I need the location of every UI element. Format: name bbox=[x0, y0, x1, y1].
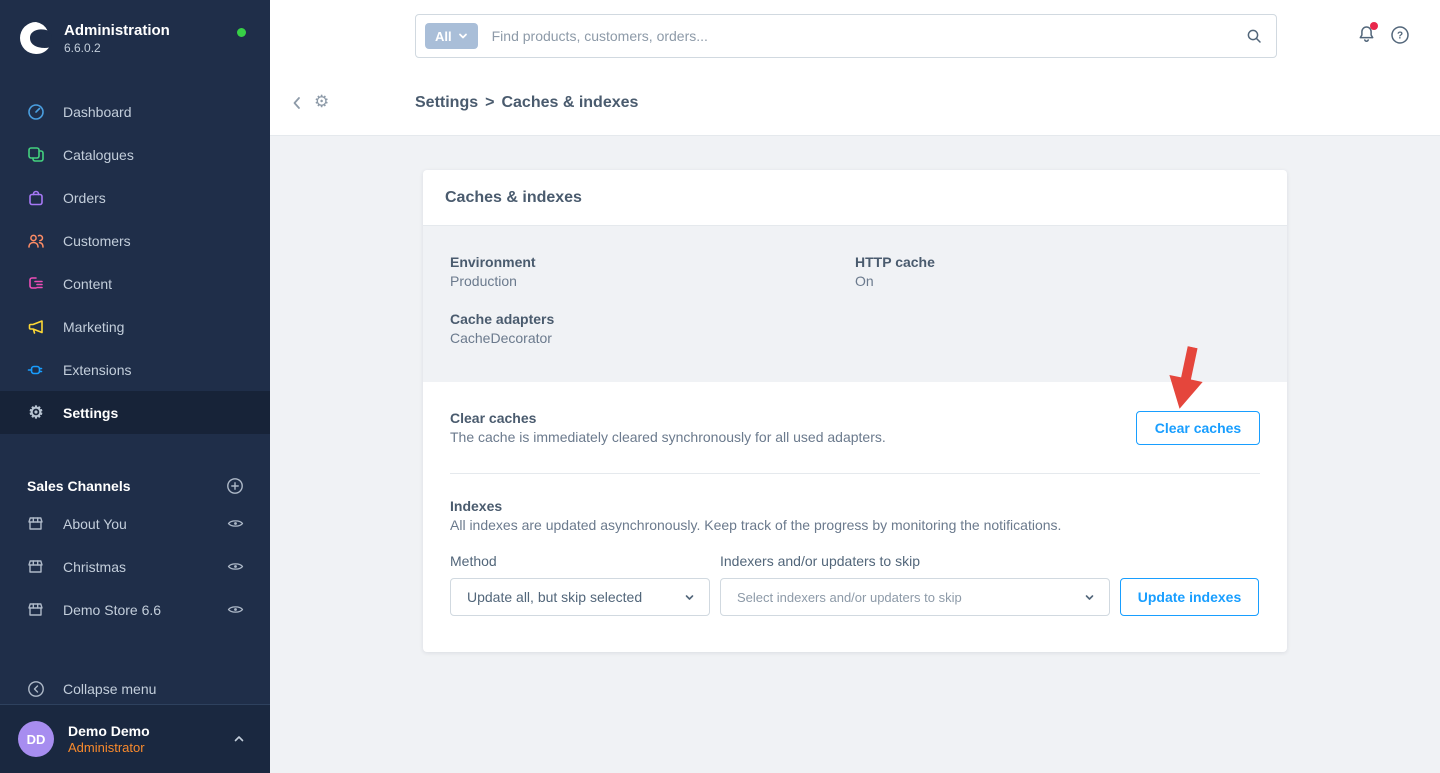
plus-circle-icon[interactable] bbox=[226, 477, 244, 495]
caches-indexes-card: Caches & indexes Environment Production … bbox=[423, 170, 1287, 652]
sidebar-item-label: Orders bbox=[63, 189, 106, 206]
catalogues-icon bbox=[27, 146, 45, 164]
breadcrumb: Settings > Caches & indexes bbox=[415, 94, 638, 112]
sidebar-item-content[interactable]: Content bbox=[0, 262, 270, 305]
info-value-cache-adapters: CacheDecorator bbox=[450, 330, 552, 346]
skip-indexers-select[interactable]: Select indexers and/or updaters to skip bbox=[720, 578, 1110, 616]
chevron-down-icon bbox=[458, 33, 467, 39]
notifications-button[interactable] bbox=[1356, 22, 1378, 50]
collapse-menu-label: Collapse menu bbox=[63, 680, 157, 697]
sidebar-item-customers[interactable]: Customers bbox=[0, 219, 270, 262]
storefront-icon bbox=[27, 515, 44, 532]
sales-channel-label: Christmas bbox=[63, 558, 127, 575]
chevron-down-icon bbox=[1085, 594, 1094, 600]
method-label: Method bbox=[450, 553, 497, 569]
sidebar-item-extensions[interactable]: Extensions bbox=[0, 348, 270, 391]
sidebar-item-catalogues[interactable]: Catalogues bbox=[0, 133, 270, 176]
user-menu[interactable]: DD Demo Demo Administrator bbox=[0, 704, 270, 773]
clear-caches-button[interactable]: Clear caches bbox=[1136, 410, 1260, 445]
clear-caches-section: Clear caches The cache is immediately cl… bbox=[423, 382, 1287, 473]
storefront-icon bbox=[27, 601, 44, 618]
chevron-down-icon bbox=[685, 594, 694, 600]
back-chevron-icon[interactable] bbox=[289, 95, 305, 111]
sidebar-item-label: Dashboard bbox=[63, 103, 132, 120]
breadcrumb-separator: > bbox=[485, 94, 495, 111]
avatar: DD bbox=[18, 721, 54, 757]
skip-indexers-placeholder: Select indexers and/or updaters to skip bbox=[737, 589, 962, 605]
main-nav: Dashboard Catalogues Orders Customers Co… bbox=[0, 90, 270, 434]
clear-caches-description: The cache is immediately cleared synchro… bbox=[450, 429, 886, 445]
megaphone-icon bbox=[27, 318, 45, 336]
search-icon bbox=[1247, 29, 1261, 43]
gear-icon: ⚙ bbox=[314, 92, 330, 111]
smart-bar: ⚙ Settings > Caches & indexes bbox=[270, 72, 1440, 136]
method-selected-value: Update all, but skip selected bbox=[467, 589, 643, 605]
topbar: All ? bbox=[270, 0, 1440, 72]
app-header: Administration 6.6.0.2 bbox=[0, 0, 270, 56]
global-search[interactable]: All bbox=[415, 14, 1277, 58]
sidebar-item-label: Customers bbox=[63, 232, 131, 249]
sidebar-item-label: Content bbox=[63, 275, 113, 292]
sidebar-item-sales-channel-demo-store[interactable]: Demo Store 6.6 bbox=[0, 588, 270, 631]
info-label-environment: Environment bbox=[450, 254, 536, 270]
customers-icon bbox=[27, 232, 45, 250]
info-label-cache-adapters: Cache adapters bbox=[450, 311, 555, 327]
content-layout-icon bbox=[27, 275, 45, 293]
shopware-logo-icon bbox=[20, 22, 52, 55]
update-indexes-button[interactable]: Update indexes bbox=[1120, 578, 1259, 616]
chevron-up-icon bbox=[234, 736, 244, 742]
app-title: Administration bbox=[64, 21, 170, 39]
system-info-panel: Environment Production HTTP cache On Cac… bbox=[423, 226, 1287, 382]
indexes-description: All indexes are updated asynchronously. … bbox=[450, 517, 1062, 533]
user-name: Demo Demo bbox=[68, 723, 150, 739]
eye-icon[interactable] bbox=[227, 558, 244, 575]
search-scope-label: All bbox=[435, 28, 452, 44]
clear-caches-label: Clear caches bbox=[450, 410, 537, 426]
sales-channels-header: Sales Channels bbox=[0, 470, 270, 502]
info-value-http-cache: On bbox=[855, 273, 874, 289]
help-icon: ? bbox=[1391, 25, 1409, 44]
sidebar-item-settings[interactable]: ⚙ Settings bbox=[0, 391, 270, 434]
orders-bag-icon bbox=[27, 189, 45, 207]
search-input[interactable] bbox=[491, 28, 1246, 44]
sidebar-item-marketing[interactable]: Marketing bbox=[0, 305, 270, 348]
plug-icon bbox=[27, 361, 45, 379]
help-button[interactable]: ? bbox=[1390, 25, 1410, 50]
indexes-label: Indexes bbox=[450, 498, 503, 514]
info-label-http-cache: HTTP cache bbox=[855, 254, 935, 270]
user-role: Administrator bbox=[68, 740, 145, 755]
sidebar-item-label: Catalogues bbox=[63, 146, 134, 163]
sidebar-item-orders[interactable]: Orders bbox=[0, 176, 270, 219]
card-title: Caches & indexes bbox=[445, 188, 582, 206]
gear-icon: ⚙ bbox=[28, 402, 44, 422]
eye-icon[interactable] bbox=[227, 515, 244, 532]
sidebar-item-label: Marketing bbox=[63, 318, 125, 335]
dashboard-gauge-icon bbox=[27, 103, 45, 121]
eye-icon[interactable] bbox=[227, 601, 244, 618]
indexes-section: Indexes All indexes are updated asynchro… bbox=[423, 474, 1287, 533]
sidebar-item-label: Extensions bbox=[63, 361, 132, 378]
sidebar-item-label: Settings bbox=[63, 404, 119, 421]
sidebar-item-sales-channel-christmas[interactable]: Christmas bbox=[0, 545, 270, 588]
breadcrumb-section[interactable]: Settings bbox=[415, 94, 478, 111]
skip-indexers-label: Indexers and/or updaters to skip bbox=[720, 553, 921, 569]
method-select[interactable]: Update all, but skip selected bbox=[450, 578, 710, 616]
page-title: Caches & indexes bbox=[501, 94, 639, 111]
sales-channel-label: About You bbox=[63, 515, 127, 532]
search-scope-dropdown[interactable]: All bbox=[425, 23, 478, 49]
storefront-icon bbox=[27, 558, 44, 575]
online-status-dot bbox=[237, 28, 246, 37]
sales-channels-title: Sales Channels bbox=[27, 478, 131, 494]
app-version: 6.6.0.2 bbox=[64, 40, 101, 55]
sidebar-item-dashboard[interactable]: Dashboard bbox=[0, 90, 270, 133]
info-value-environment: Production bbox=[450, 273, 517, 289]
sidebar: Administration 6.6.0.2 Dashboard Catalog… bbox=[0, 0, 270, 773]
notification-badge-dot bbox=[1370, 22, 1378, 30]
sidebar-item-sales-channel-about-you[interactable]: About You bbox=[0, 502, 270, 545]
svg-text:?: ? bbox=[1397, 30, 1403, 41]
collapse-circle-icon bbox=[27, 680, 45, 698]
content-area: Caches & indexes Environment Production … bbox=[270, 136, 1440, 773]
sales-channel-label: Demo Store 6.6 bbox=[63, 601, 162, 618]
indexes-form: Method Update all, but skip selected Ind… bbox=[423, 533, 1287, 652]
